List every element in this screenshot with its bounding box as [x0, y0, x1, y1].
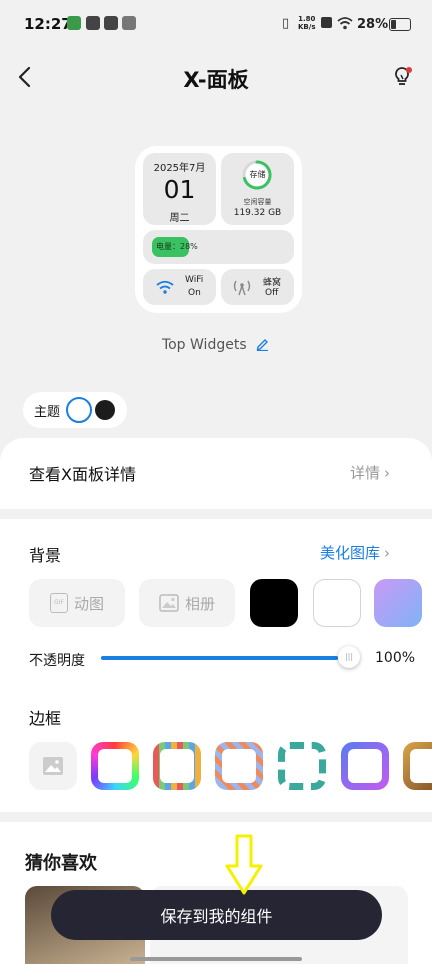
details-link[interactable]: 详情 › — [350, 462, 390, 483]
opacity-value: 100% — [375, 650, 416, 666]
notification-icon — [122, 16, 136, 30]
cellular-label: 蜂窝 — [263, 278, 282, 288]
notification-icon — [67, 16, 81, 30]
gallery-link-label: 美化图库 — [320, 544, 381, 562]
border-title: 边框 — [29, 709, 62, 728]
date-day: 01 — [163, 175, 196, 204]
border-wood-option[interactable] — [403, 742, 432, 790]
no-sim-icon — [321, 17, 332, 28]
chevron-right-icon: › — [384, 464, 391, 482]
recommend-title: 猜你喜欢 — [25, 853, 97, 874]
background-black-swatch[interactable] — [250, 579, 298, 627]
edit-pencil-icon[interactable] — [255, 336, 270, 352]
date-weekday: 周二 — [169, 213, 190, 224]
wifi-icon — [337, 17, 353, 30]
arrow-down-icon — [225, 834, 263, 895]
network-speed: 1.80 KB/s — [298, 15, 315, 31]
notification-icon — [104, 16, 118, 30]
battery-label: 电量：28% — [156, 242, 198, 251]
wifi-state: On — [188, 288, 201, 298]
storage-tile: 存储 空闲容量 119.32 GB — [221, 153, 294, 225]
page-title: X-面板 — [183, 68, 249, 92]
opacity-slider-fill — [101, 656, 338, 660]
widget-name: Top Widgets — [161, 337, 247, 353]
background-option-label: 相册 — [184, 594, 215, 613]
battery-percent: 28% — [357, 17, 389, 32]
status-time: 12:27 — [24, 15, 72, 33]
widget-preview[interactable]: 2025年7月 01 周二 存储 空闲容量 119.32 GB 电量：28% W… — [135, 146, 302, 313]
background-gradient-swatch[interactable] — [374, 579, 422, 627]
home-indicator[interactable] — [130, 957, 302, 961]
status-bar: 12:27 ▯ 1.80 KB/s 28% — [0, 0, 432, 52]
save-to-my-widgets-button[interactable]: 保存到我的组件 — [51, 890, 382, 940]
background-animated-option[interactable]: GIF 动图 — [29, 579, 125, 627]
gallery-link[interactable]: 美化图库 › — [320, 542, 390, 563]
wifi-tile: WiFi On — [143, 269, 216, 305]
tips-lightbulb-icon[interactable] — [390, 65, 414, 89]
details-title[interactable]: 查看X面板详情 — [29, 461, 136, 485]
border-diagonal-stripe-option[interactable] — [215, 742, 263, 790]
divider — [0, 509, 432, 519]
border-dashed-option[interactable] — [278, 742, 326, 790]
net-speed-unit: KB/s — [298, 23, 316, 31]
background-option-label: 动图 — [73, 594, 104, 613]
opacity-slider[interactable]: ||| — [101, 646, 360, 668]
background-white-swatch[interactable] — [313, 579, 361, 627]
storage-label: 存储 — [249, 170, 266, 179]
image-icon — [159, 594, 179, 612]
wifi-label: WiFi — [185, 275, 204, 285]
net-speed-value: 1.80 — [298, 15, 316, 23]
notification-icon — [86, 16, 100, 30]
antenna-icon — [233, 280, 251, 296]
cellular-state: Off — [265, 288, 279, 298]
border-gradient-option[interactable] — [341, 742, 389, 790]
chevron-right-icon: › — [384, 544, 391, 562]
vibrate-icon: ▯ — [282, 16, 290, 31]
background-album-option[interactable]: 相册 — [139, 579, 235, 627]
border-custom-image-option[interactable] — [29, 742, 77, 790]
background-title: 背景 — [29, 546, 62, 565]
theme-dark-option[interactable] — [95, 400, 115, 420]
storage-free-label: 空闲容量 — [243, 198, 272, 206]
cellular-tile: 蜂窝 Off — [221, 269, 294, 305]
opacity-label: 不透明度 — [29, 653, 85, 669]
theme-light-option[interactable] — [66, 397, 92, 423]
storage-free-value: 119.32 GB — [233, 208, 282, 218]
image-icon — [43, 757, 63, 775]
divider — [0, 812, 432, 822]
theme-selector: 主题 — [23, 392, 127, 428]
widget-name-row[interactable]: Top Widgets — [0, 336, 432, 353]
date-month: 2025年7月 — [153, 163, 206, 174]
border-stripe-option[interactable] — [153, 742, 201, 790]
battery-tile: 电量：28% — [143, 230, 294, 264]
gif-icon: GIF — [49, 593, 68, 613]
opacity-slider-thumb[interactable]: ||| — [338, 646, 360, 668]
theme-label: 主题 — [34, 405, 61, 420]
wifi-icon — [156, 280, 174, 294]
details-link-label: 详情 — [350, 464, 381, 482]
border-rainbow-option[interactable] — [91, 742, 139, 790]
battery-icon — [389, 18, 411, 31]
date-tile: 2025年7月 01 周二 — [143, 153, 216, 225]
